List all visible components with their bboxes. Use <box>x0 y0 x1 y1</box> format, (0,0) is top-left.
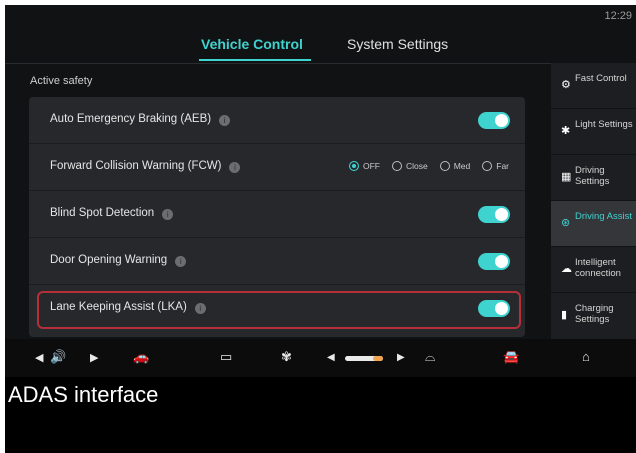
radio-icon <box>482 161 493 171</box>
setting-row-door-warning: Door Opening Warning i <box>29 238 525 285</box>
bsd-toggle[interactable] <box>478 206 510 223</box>
sidebar-item-label: Intelligent connection <box>575 257 621 279</box>
setting-row-bsd: Blind Spot Detection i <box>29 191 525 238</box>
sidebar-item-label: Light Settings <box>575 119 633 130</box>
temp-down-arrow-icon[interactable]: ◀ <box>327 352 335 363</box>
steering-wheel-icon: ⊛ <box>561 217 571 229</box>
car-outline-icon[interactable]: 🚗 <box>133 349 149 365</box>
cloud-icon: ☁ <box>561 263 572 275</box>
section-title: Active safety <box>30 75 93 87</box>
tab-vehicle-control[interactable]: Vehicle Control <box>201 36 303 52</box>
fcw-option-close[interactable]: Close <box>391 161 428 171</box>
divider <box>5 63 636 64</box>
temp-up-arrow-icon[interactable]: ▶ <box>397 352 405 363</box>
car-front-icon[interactable]: 🚘 <box>503 349 519 365</box>
sidebar-item-label: Fast Control <box>575 73 627 84</box>
driving-settings-icon: ▦ <box>561 171 572 183</box>
sidebar-item-light-settings[interactable]: ✱ Light Settings <box>551 109 636 155</box>
info-icon[interactable]: i <box>175 256 187 267</box>
fcw-option-off[interactable]: OFF <box>348 161 380 171</box>
setting-label: Door Opening Warning i <box>50 254 187 267</box>
fcw-radio-group: OFF Close Med Far <box>348 161 509 171</box>
sidebar-item-intelligent-connection[interactable]: ☁ Intelligent connection <box>551 247 636 293</box>
info-icon[interactable]: i <box>162 209 174 220</box>
setting-label: Forward Collision Warning (FCW) i <box>50 160 241 173</box>
volume-down-arrow-icon[interactable]: ◀ <box>35 351 43 364</box>
status-time: 12:29 <box>604 10 632 22</box>
fast-control-icon: ⚙ <box>561 79 571 91</box>
sidebar-item-label: Driving Settings <box>575 165 610 187</box>
sidebar-item-fast-control[interactable]: ⚙ Fast Control <box>551 63 636 109</box>
radio-icon <box>439 161 450 171</box>
bottom-control-bar: ◀ 🔊 ▶ 🚗 ▭ ✾ ◀ ▶ ⌓ 🚘 ⌂ <box>5 339 636 377</box>
door-warning-toggle[interactable] <box>478 253 510 270</box>
sidebar-item-label: Charging Settings <box>575 303 614 325</box>
temperature-slider[interactable] <box>345 356 383 361</box>
fcw-option-far[interactable]: Far <box>482 161 509 171</box>
volume-up-arrow-icon[interactable]: ▶ <box>90 351 98 364</box>
radio-selected-icon <box>348 161 359 171</box>
active-tab-indicator <box>199 59 311 61</box>
caption: ADAS interface <box>8 382 159 407</box>
top-tabs: Vehicle Control System Settings <box>5 33 636 63</box>
front-defrost-icon[interactable]: ⌓ <box>425 349 435 365</box>
sidebar-item-label: Driving Assist <box>575 211 633 222</box>
aeb-toggle[interactable] <box>478 112 510 129</box>
info-icon[interactable]: i <box>229 162 241 173</box>
fcw-option-med[interactable]: Med <box>439 161 470 171</box>
setting-label: Blind Spot Detection i <box>50 207 174 220</box>
sidebar-item-driving-assist[interactable]: ⊛ Driving Assist <box>551 201 636 247</box>
screenshot-frame: 12:29 Vehicle Control System Settings Ac… <box>5 5 636 453</box>
vehicle-screen: 12:29 Vehicle Control System Settings Ac… <box>5 5 636 377</box>
volume-icon[interactable]: 🔊 <box>50 349 66 365</box>
light-icon: ✱ <box>561 125 571 137</box>
info-icon[interactable]: i <box>219 115 231 126</box>
radio-icon <box>391 161 402 171</box>
fan-power-icon[interactable]: ✾ <box>281 349 292 365</box>
battery-icon: ▮ <box>561 309 568 321</box>
setting-row-aeb: Auto Emergency Braking (AEB) i <box>29 97 525 144</box>
setting-label: Auto Emergency Braking (AEB) i <box>50 113 231 126</box>
tab-system-settings[interactable]: System Settings <box>347 36 448 52</box>
rear-defrost-icon[interactable]: ▭ <box>220 349 232 365</box>
sidebar-item-charging-settings[interactable]: ▮ Charging Settings <box>551 293 636 339</box>
sidebar: ⚙ Fast Control ✱ Light Settings ▦ Drivin… <box>551 63 636 339</box>
setting-row-fcw: Forward Collision Warning (FCW) i OFF Clo… <box>29 144 525 191</box>
sidebar-item-driving-settings[interactable]: ▦ Driving Settings <box>551 155 636 201</box>
home-icon[interactable]: ⌂ <box>582 349 590 364</box>
highlight-box <box>37 291 521 329</box>
